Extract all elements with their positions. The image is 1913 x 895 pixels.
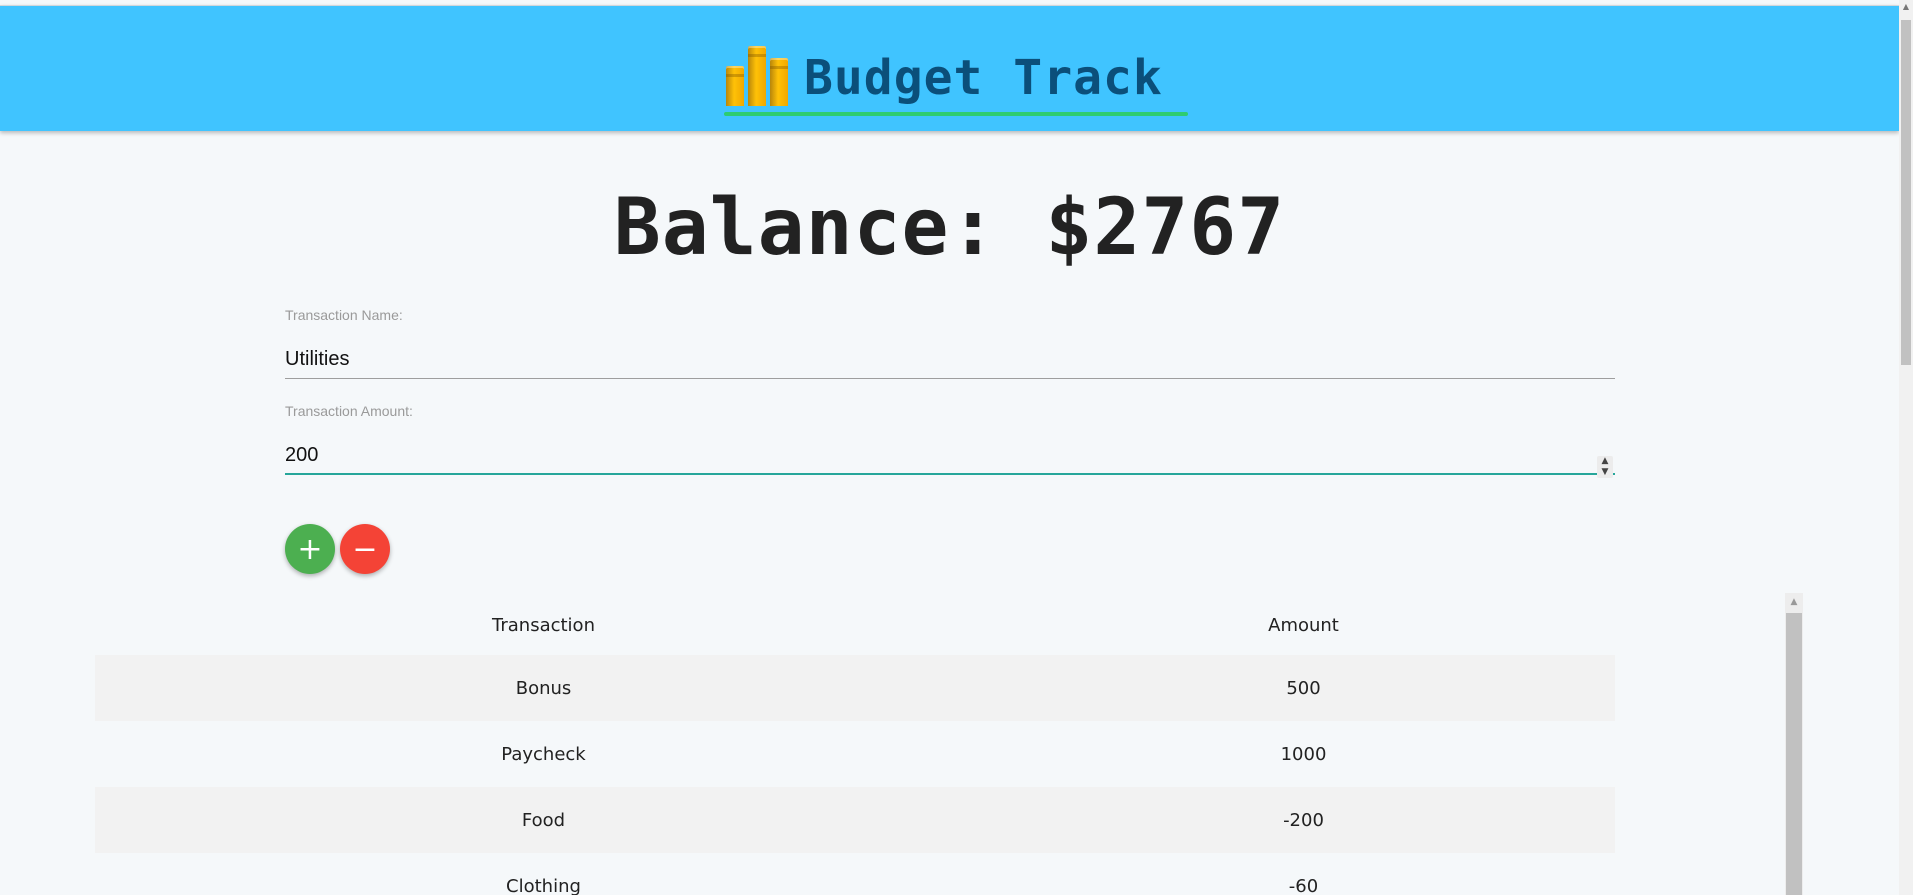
page: Budget Track Balance: $2767 Transaction … (0, 0, 1913, 895)
transaction-amount-field: Transaction Amount: ▲▼ (285, 403, 1615, 478)
transaction-amount-cell: -60 (1288, 875, 1319, 895)
subtract-transaction-button[interactable]: − (340, 524, 390, 574)
logo-text: Budget Track (804, 50, 1163, 106)
balance-heading: Balance: $2767 (613, 183, 1286, 273)
transaction-name-cell: Food (95, 787, 992, 853)
table-row: Bonus 500 (95, 655, 1615, 721)
transactions-table-container: Transaction Amount Bonus 500 Paycheck 10… (95, 595, 1615, 895)
add-transaction-button[interactable]: + (285, 524, 335, 574)
table-row: Food -200 (95, 787, 1615, 853)
table-row: Clothing -60 (95, 853, 1615, 895)
minus-icon: − (352, 532, 378, 567)
transaction-name-cell: Paycheck (501, 743, 586, 765)
table-row: Paycheck 1000 (95, 721, 1615, 787)
transaction-amount-input[interactable] (285, 427, 1615, 475)
table-scrollbar-thumb[interactable] (1786, 613, 1802, 895)
app-header: Budget Track (0, 5, 1899, 131)
page-scrollbar[interactable]: ▲ (1899, 0, 1913, 895)
logo-underline (724, 112, 1188, 116)
table-scrollbar[interactable]: ▲ (1785, 593, 1803, 895)
number-spinner-icon[interactable]: ▲ ▼ (1597, 456, 1613, 478)
transaction-name-field: Transaction Name: (285, 307, 1615, 379)
coin-bars-icon (726, 46, 788, 106)
transaction-name-label: Transaction Name: (285, 307, 403, 323)
scroll-up-arrow-icon[interactable]: ▲ (1899, 0, 1913, 14)
coin-bar (748, 46, 766, 106)
coin-bar (726, 66, 744, 106)
transaction-amount-cell: -200 (992, 787, 1615, 853)
transaction-amount-label: Transaction Amount: (285, 403, 413, 419)
column-header-transaction: Transaction (492, 614, 595, 636)
coin-bar (770, 58, 788, 106)
transaction-name-input[interactable] (285, 331, 1615, 379)
plus-icon: + (297, 532, 323, 567)
transaction-name-cell: Bonus (95, 655, 992, 721)
column-header-amount: Amount (1268, 614, 1339, 636)
table-header-row: Transaction Amount (95, 595, 1615, 655)
transaction-amount-cell: 500 (992, 655, 1615, 721)
transaction-name-cell: Clothing (506, 875, 581, 895)
transaction-amount-cell: 1000 (1280, 743, 1327, 765)
scroll-up-arrow-icon[interactable]: ▲ (1785, 593, 1803, 611)
app-logo[interactable]: Budget Track (724, 42, 1190, 120)
page-scrollbar-thumb[interactable] (1901, 20, 1911, 365)
transactions-table: Transaction Amount Bonus 500 Paycheck 10… (95, 595, 1615, 895)
